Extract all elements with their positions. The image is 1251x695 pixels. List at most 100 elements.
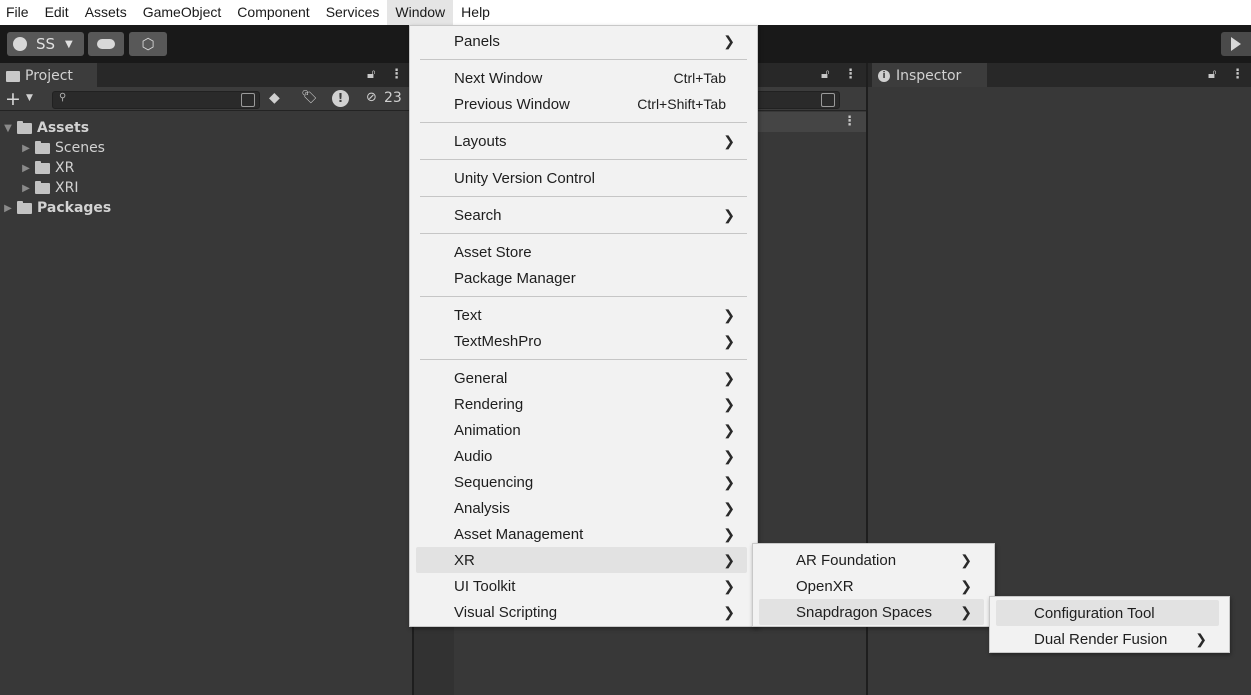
tree-item-label: Packages — [37, 200, 112, 216]
menu-item-layouts[interactable]: Layouts ❯ — [416, 128, 747, 154]
menu-item-textmeshpro[interactable]: TextMeshPro ❯ — [416, 328, 747, 354]
hidden-packages-icon[interactable]: ⊘ — [366, 90, 377, 105]
menu-item-text[interactable]: Text ❯ — [416, 302, 747, 328]
tree-item-xr[interactable]: ▶ XR — [20, 158, 74, 178]
xr-submenu: AR Foundation ❯ OpenXR ❯ Snapdragon Spaces… — [752, 543, 995, 627]
warning-filter-icon[interactable]: ! — [332, 90, 349, 107]
menu-component[interactable]: Component — [229, 0, 317, 25]
menu-item-configuration-tool[interactable]: Configuration Tool — [996, 600, 1219, 626]
play-icon — [1231, 37, 1241, 51]
search-icon: ⚲ — [59, 92, 67, 103]
project-search-input[interactable]: ⚲ — [52, 91, 260, 109]
tree-item-scenes[interactable]: ▶ Scenes — [20, 138, 105, 158]
snapdragon-spaces-submenu: Configuration Tool Dual Render Fusion ❯ — [989, 596, 1230, 653]
menu-item-ar-foundation[interactable]: AR Foundation ❯ — [759, 547, 984, 573]
menu-item-previous-window[interactable]: Previous Window Ctrl+Shift+Tab — [416, 91, 747, 117]
play-button[interactable] — [1221, 32, 1251, 56]
menu-item-next-window[interactable]: Next Window Ctrl+Tab — [416, 65, 747, 91]
menu-item-openxr[interactable]: OpenXR ❯ — [759, 573, 984, 599]
filter-by-label-icon[interactable]: 🏷︎ — [301, 90, 318, 105]
menu-edit[interactable]: Edit — [37, 0, 77, 25]
menu-item-asset-store[interactable]: Asset Store — [416, 239, 747, 265]
account-label: SS — [36, 35, 56, 53]
lock-icon[interactable]: 🔓︎ — [1208, 67, 1216, 82]
menu-assets[interactable]: Assets — [77, 0, 135, 25]
kebab-menu-icon[interactable]: ⋮ — [1231, 67, 1244, 82]
tree-item-label: XR — [55, 160, 75, 176]
collapse-arrow-icon[interactable]: ▶ — [2, 203, 14, 214]
chevron-right-icon: ❯ — [723, 603, 735, 620]
menu-separator — [420, 122, 747, 123]
chevron-right-icon: ❯ — [723, 421, 735, 438]
tree-item-xri[interactable]: ▶ XRI — [20, 178, 78, 198]
info-icon: i — [878, 70, 890, 82]
chevron-right-icon: ❯ — [723, 206, 735, 223]
collapse-arrow-icon[interactable]: ▶ — [20, 163, 32, 174]
tab-inspector[interactable]: i Inspector — [872, 63, 987, 87]
unity-version-control-button[interactable]: ⬡ — [129, 32, 167, 56]
collapse-arrow-icon[interactable]: ▶ — [20, 143, 32, 154]
chevron-right-icon: ❯ — [723, 332, 735, 349]
chevron-right-icon: ❯ — [960, 603, 972, 620]
search-options-icon[interactable] — [241, 93, 255, 107]
menu-item-general[interactable]: General ❯ — [416, 365, 747, 391]
add-button[interactable]: + — [5, 88, 21, 110]
chevron-right-icon: ❯ — [723, 395, 735, 412]
lock-icon[interactable]: 🔓︎ — [367, 67, 375, 82]
project-toolbar: + ▼ ⚲ ◆ 🏷︎ ! ⊘ 23 — [0, 87, 412, 111]
kebab-menu-icon[interactable]: ⋮ — [844, 67, 857, 82]
cloud-button[interactable] — [88, 32, 124, 56]
hidden-packages-count: 23 — [384, 90, 402, 106]
menu-item-animation[interactable]: Animation ❯ — [416, 417, 747, 443]
menu-item-asset-management[interactable]: Asset Management ❯ — [416, 521, 747, 547]
menu-help[interactable]: Help — [453, 0, 498, 25]
project-tab-strip: Project 🔓︎ ⋮ — [0, 63, 412, 87]
chevron-right-icon: ❯ — [723, 577, 735, 594]
tree-item-assets[interactable]: ▼ Assets — [2, 118, 89, 138]
tree-item-label: Scenes — [55, 140, 105, 156]
menu-item-ui-toolkit[interactable]: UI Toolkit ❯ — [416, 573, 747, 599]
menu-services[interactable]: Services — [318, 0, 388, 25]
folder-icon — [35, 140, 50, 154]
kebab-menu-icon[interactable]: ⋮ — [390, 67, 403, 82]
menu-item-xr[interactable]: XR ❯ — [416, 547, 747, 573]
chevron-down-icon: ▼ — [26, 93, 33, 103]
menu-window[interactable]: Window — [387, 0, 454, 25]
window-menu: Panels ❯ Next Window Ctrl+Tab Previous Win… — [409, 25, 758, 627]
search-options-icon[interactable] — [821, 93, 835, 107]
user-icon — [13, 37, 27, 51]
chevron-right-icon: ❯ — [1195, 630, 1207, 647]
cloud-icon — [97, 39, 115, 49]
menu-item-sequencing[interactable]: Sequencing ❯ — [416, 469, 747, 495]
menu-item-rendering[interactable]: Rendering ❯ — [416, 391, 747, 417]
account-button[interactable]: SS ▼ — [7, 32, 84, 56]
tree-item-label: Assets — [37, 120, 90, 136]
menu-item-snapdragon-spaces[interactable]: Snapdragon Spaces ❯ — [759, 599, 984, 625]
expand-arrow-icon[interactable]: ▼ — [2, 123, 14, 134]
menu-file[interactable]: File — [0, 0, 37, 25]
tab-project[interactable]: Project — [0, 63, 97, 87]
menu-separator — [420, 296, 747, 297]
menu-separator — [420, 159, 747, 160]
menu-gameobject[interactable]: GameObject — [135, 0, 230, 25]
filter-by-type-icon[interactable]: ◆ — [269, 90, 280, 106]
menu-item-analysis[interactable]: Analysis ❯ — [416, 495, 747, 521]
menu-item-visual-scripting[interactable]: Visual Scripting ❯ — [416, 599, 747, 625]
menu-item-dual-render-fusion[interactable]: Dual Render Fusion ❯ — [996, 626, 1219, 652]
menu-separator — [420, 233, 747, 234]
menu-item-package-manager[interactable]: Package Manager — [416, 265, 747, 291]
menu-separator — [420, 196, 747, 197]
tree-item-packages[interactable]: ▶ Packages — [2, 198, 111, 218]
chevron-right-icon: ❯ — [723, 32, 735, 49]
kebab-menu-icon[interactable]: ⋮ — [843, 114, 856, 129]
menu-item-search[interactable]: Search ❯ — [416, 202, 747, 228]
inspector-tab-strip: i Inspector 🔓︎ ⋮ — [868, 63, 1251, 87]
chevron-right-icon: ❯ — [723, 525, 735, 542]
lock-icon[interactable]: 🔓︎ — [821, 67, 829, 82]
menu-item-panels[interactable]: Panels ❯ — [416, 28, 747, 54]
menu-item-unity-version-control[interactable]: Unity Version Control — [416, 165, 747, 191]
project-panel: Project 🔓︎ ⋮ + ▼ ⚲ ◆ 🏷︎ ! ⊘ 23 ▼ Assets … — [0, 63, 412, 695]
collapse-arrow-icon[interactable]: ▶ — [20, 183, 32, 194]
chevron-right-icon: ❯ — [960, 577, 972, 594]
menu-item-audio[interactable]: Audio ❯ — [416, 443, 747, 469]
